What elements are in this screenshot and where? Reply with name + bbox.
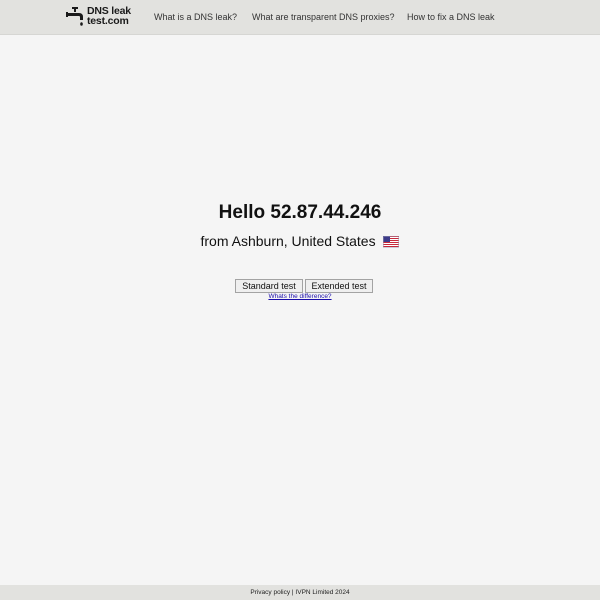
location-text: from Ashburn, United States bbox=[200, 233, 376, 249]
site-logo[interactable]: DNS leak test.com bbox=[66, 6, 136, 28]
whats-the-difference-link[interactable]: Whats the difference? bbox=[0, 293, 600, 300]
ip-greeting: Hello 52.87.44.246 bbox=[218, 202, 382, 223]
footer: Privacy policy | IVPN Limited 2024 bbox=[0, 585, 600, 600]
footer-separator: | bbox=[291, 589, 294, 596]
logo-line-2: test.com bbox=[87, 15, 129, 27]
top-navigation-bar: DNS leak test.com What is a DNS leak? Wh… bbox=[0, 0, 600, 35]
us-flag-icon bbox=[383, 236, 400, 248]
faucet-icon bbox=[66, 7, 83, 26]
nav-link-what-is-dns-leak[interactable]: What is a DNS leak? bbox=[154, 12, 237, 22]
location-line: from Ashburn, United States bbox=[0, 233, 600, 249]
standard-test-button[interactable]: Standard test bbox=[235, 279, 303, 293]
nav-link-transparent-dns-proxies[interactable]: What are transparent DNS proxies? bbox=[252, 12, 395, 22]
logo-text: DNS leak test.com bbox=[87, 6, 131, 27]
privacy-policy-link[interactable]: Privacy policy bbox=[250, 589, 290, 596]
nav-link-fix-dns-leak[interactable]: How to fix a DNS leak bbox=[407, 12, 495, 22]
company-link[interactable]: IVPN Limited 2024 bbox=[295, 589, 349, 596]
extended-test-button[interactable]: Extended test bbox=[305, 279, 373, 293]
